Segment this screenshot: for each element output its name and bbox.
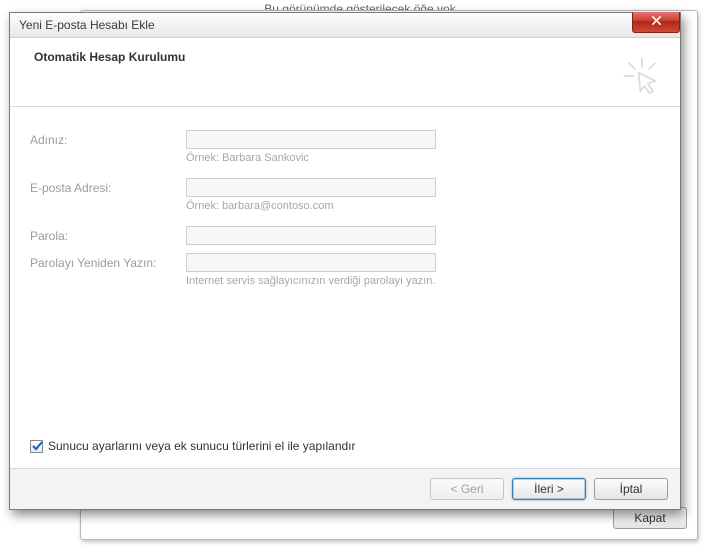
parent-close-button[interactable]: Kapat: [613, 507, 687, 529]
back-button[interactable]: < Geri: [430, 478, 504, 500]
email-hint: Örnek: barbara@contoso.com: [186, 200, 660, 212]
next-button[interactable]: İleri >: [512, 478, 586, 500]
password-input[interactable]: [186, 226, 436, 245]
password-confirm-label: Parolayı Yeniden Yazın:: [30, 256, 186, 270]
name-hint: Örnek: Barbara Sankovic: [186, 152, 660, 164]
add-account-dialog: Yeni E-posta Hesabı Ekle Otomatik Hesap …: [9, 12, 681, 510]
password-hint: Internet servis sağlayıcınızın verdiği p…: [186, 275, 660, 287]
dialog-close-button[interactable]: [632, 12, 680, 33]
close-icon: [651, 15, 662, 29]
wizard-header: Otomatik Hesap Kurulumu: [10, 38, 680, 107]
manual-config-checkbox[interactable]: Sunucu ayarlarını veya ek sunucu türleri…: [30, 439, 356, 453]
wizard-footer: < Geri İleri > İptal: [10, 468, 680, 509]
manual-config-label: Sunucu ayarlarını veya ek sunucu türleri…: [48, 439, 356, 453]
password-label: Parola:: [30, 229, 186, 243]
password-confirm-input[interactable]: [186, 253, 436, 272]
email-label: E-posta Adresi:: [30, 181, 186, 195]
cancel-button[interactable]: İptal: [594, 478, 668, 500]
dialog-title: Yeni E-posta Hesabı Ekle: [19, 18, 155, 32]
name-label: Adınız:: [30, 133, 186, 147]
email-input[interactable]: [186, 178, 436, 197]
checkbox-box: [30, 440, 43, 453]
dialog-titlebar: Yeni E-posta Hesabı Ekle: [10, 13, 680, 38]
cursor-click-icon: [622, 56, 662, 96]
wizard-body: Adınız: Örnek: Barbara Sankovic E-posta …: [10, 106, 680, 469]
name-input[interactable]: [186, 130, 436, 149]
wizard-header-title: Otomatik Hesap Kurulumu: [34, 50, 185, 64]
app-background: Bu görünümde gösterilecek öğe yok Kapat …: [0, 0, 720, 552]
